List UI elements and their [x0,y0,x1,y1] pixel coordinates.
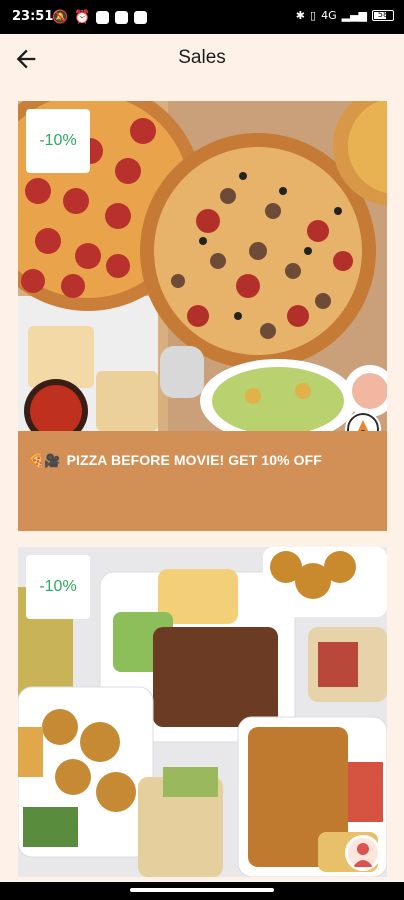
pizza-image: -10% [18,101,387,431]
app-icon [134,11,148,24]
notification-icons: 🔕 ⏰ [52,10,148,25]
status-time: 23:51 [12,9,54,24]
status-bar: 23:51 🔕 ⏰ ✱ ▯ 4G ▂▄▆ 58 [0,0,404,34]
sale-title-row: 🍕🎥 PIZZA BEFORE MOVIE! GET 10% OFF [28,452,322,469]
system-icons: ✱ ▯ 4G ▂▄▆ 58 [296,9,394,22]
signal-icon: ▂▄▆ [341,9,367,22]
discount-badge: -10% [26,109,90,173]
sales-list: -10% 🍕🎥 PIZZA BEFORE MOVIE! GET 10% OFF [18,101,387,893]
sale-card[interactable]: -10% 🍕🎥 PIZZA BEFORE MOVIE! GET 10% OFF [18,101,387,531]
alarm-icon: ⏰ [74,10,91,25]
gmail-icon [96,11,110,24]
sale-title: PIZZA BEFORE MOVIE! GET 10% OFF [66,452,322,468]
discount-badge: -10% [26,555,90,619]
vibrate-icon: ▯ [310,9,317,22]
home-gesture-handle[interactable] [130,888,274,892]
falafel-doner-image: -10% [18,547,387,877]
page-title: Sales [178,47,226,68]
app-bar: Sales [0,34,404,84]
bluetooth-icon: ✱ [295,9,306,22]
navigation-bar [0,882,404,900]
pizza-camera-icon: 🍕🎥 [28,454,61,469]
battery-level: 58 [377,10,389,19]
battery-icon: 58 [372,10,394,21]
signal-label: 4G [321,9,337,22]
sale-card[interactable]: -10% [18,547,387,877]
mute-icon: 🔕 [52,10,69,25]
restaurant-logo [345,835,381,871]
sale-footer: 🍕🎥 PIZZA BEFORE MOVIE! GET 10% OFF [18,431,387,531]
chat-icon [115,11,129,24]
